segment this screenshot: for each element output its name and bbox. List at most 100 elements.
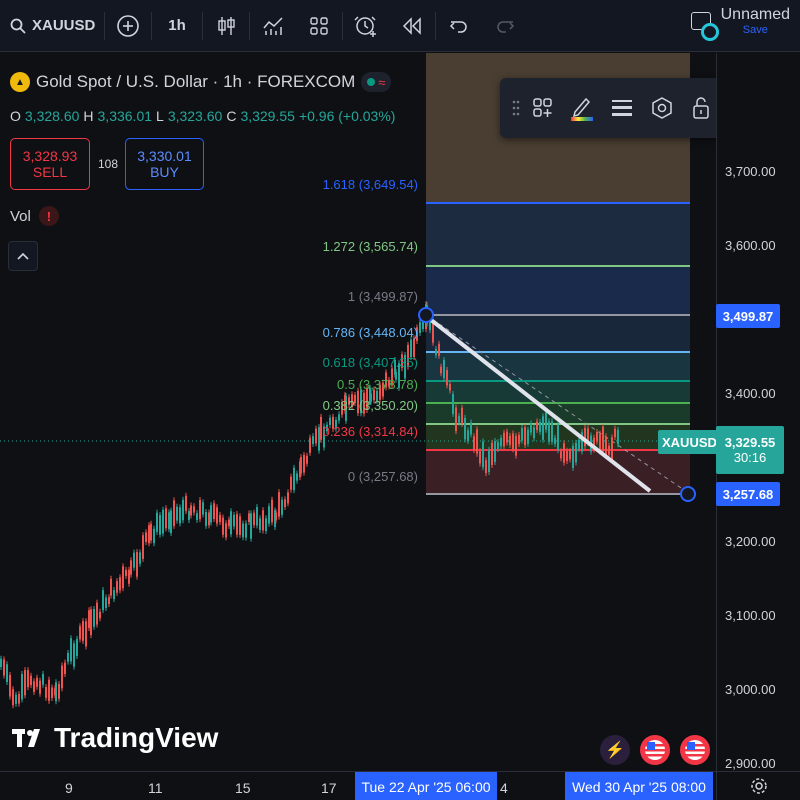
volume-label: Vol <box>10 207 31 225</box>
indicators-button[interactable] <box>250 8 296 44</box>
line-color-button[interactable] <box>563 87 603 129</box>
candle-body <box>116 581 118 593</box>
ohlc-values: O 3,328.60 H 3,336.01 L 3,323.60 C 3,329.55 … <box>10 108 395 124</box>
candle-body <box>67 652 69 662</box>
candle-body <box>599 433 601 452</box>
axis-settings-button[interactable] <box>716 771 800 800</box>
candle-body <box>303 454 305 473</box>
candle-body <box>76 638 78 657</box>
candle-body <box>268 506 270 524</box>
candle-body <box>225 523 227 538</box>
candle-body <box>108 597 110 605</box>
undo-button[interactable] <box>436 8 482 44</box>
candle-body <box>435 349 437 356</box>
candle-body <box>608 445 610 455</box>
candle-body <box>233 514 235 527</box>
candle-body <box>545 412 547 430</box>
gold-logo-icon: ▲ <box>10 72 30 92</box>
fib-zone-1272 <box>426 266 690 315</box>
candle-body <box>105 597 107 609</box>
rewind-icon <box>402 16 421 35</box>
undo-icon <box>449 20 467 33</box>
candle-body <box>419 322 421 333</box>
candle-body <box>182 499 184 521</box>
symbol-search-button[interactable]: XAUUSD <box>0 8 104 44</box>
fib-anchor-end[interactable] <box>680 486 696 502</box>
sell-button[interactable]: 3,328.93 SELL <box>10 138 90 190</box>
candle-body <box>271 499 273 523</box>
candle-body <box>202 502 204 515</box>
economic-event-button[interactable] <box>640 735 670 765</box>
time-tick: 17 <box>321 780 337 796</box>
price-tick: 3,600.00 <box>725 238 776 253</box>
candle-body <box>30 675 32 686</box>
candle-body <box>122 566 124 589</box>
last-price-value: 3,329.55 <box>724 435 776 450</box>
market-open-dot <box>367 78 376 86</box>
lightning-button[interactable]: ⚡ <box>600 735 630 765</box>
time-axis[interactable]: 9 11 15 17 4 Tue 22 Apr '25 06:00 Wed 30… <box>0 771 716 800</box>
tradingview-logo-icon <box>12 729 40 747</box>
open-value: 3,328.60 <box>24 108 80 124</box>
collapse-legend-button[interactable] <box>8 241 38 271</box>
candle-body <box>602 426 604 452</box>
interval-button[interactable]: 1h <box>152 8 202 44</box>
buy-label: BUY <box>150 164 179 180</box>
settings-button[interactable] <box>642 87 682 129</box>
candle-body <box>563 443 565 463</box>
candle-body <box>210 505 212 523</box>
candle-body <box>185 495 187 512</box>
candle-body <box>548 421 550 442</box>
candle-body <box>88 610 90 628</box>
price-tick: 3,000.00 <box>725 682 776 697</box>
save-button[interactable]: Save <box>743 24 768 36</box>
price-axis[interactable]: 3,700.003,600.003,500.003,400.003,300.00… <box>716 53 800 771</box>
candle-body <box>491 442 493 465</box>
candle-body <box>242 523 244 538</box>
fib-zone-786 <box>426 352 690 381</box>
template-button[interactable] <box>523 87 563 129</box>
close-value: 3,329.55 <box>240 108 295 124</box>
fib-anchor-start[interactable] <box>418 307 434 323</box>
templates-button[interactable] <box>296 8 342 44</box>
tradingview-watermark: TradingView <box>12 722 218 754</box>
market-status-badge[interactable]: ≈ <box>361 72 392 92</box>
candle-body <box>617 429 619 445</box>
alarm-clock-icon <box>354 15 376 37</box>
layout-menu[interactable]: Unnamed Save <box>690 6 790 41</box>
warning-icon[interactable]: ! <box>38 206 59 226</box>
candle-body <box>312 436 314 445</box>
buy-button[interactable]: 3,330.01 BUY <box>125 138 204 190</box>
candle-body <box>432 321 434 343</box>
candle-body <box>222 517 224 535</box>
candle-body <box>142 535 144 559</box>
chart-pane[interactable]: ▲ Gold Spot / U.S. Dollar · 1h · FOREXCO… <box>0 53 716 771</box>
candle-body <box>165 508 167 529</box>
replay-button[interactable] <box>389 8 435 44</box>
line-style-button[interactable] <box>602 87 642 129</box>
economic-event-button-2[interactable] <box>680 735 710 765</box>
volume-indicator-legend[interactable]: Vol ! <box>10 206 59 226</box>
candle-body <box>219 514 221 523</box>
candle-body <box>300 457 302 474</box>
drag-handle[interactable] <box>508 87 523 129</box>
candle-body <box>275 512 277 521</box>
candle-body <box>0 658 2 668</box>
candle-body <box>64 662 66 674</box>
time-tick: 4 <box>500 780 508 796</box>
candle-body <box>452 393 454 414</box>
symbol-label: XAUUSD <box>32 17 96 34</box>
fib-zone-618 <box>426 381 690 403</box>
compare-symbol-button[interactable] <box>105 8 151 44</box>
candle-body <box>497 442 499 450</box>
alert-button[interactable] <box>343 8 389 44</box>
candle-body <box>476 429 478 454</box>
lock-button[interactable] <box>681 87 721 129</box>
redo-button[interactable] <box>482 8 528 44</box>
candle-body <box>551 421 553 442</box>
candle-body <box>148 525 150 544</box>
high-value: 3,336.01 <box>97 108 153 124</box>
candle-body <box>9 674 11 697</box>
chart-type-button[interactable] <box>203 8 249 44</box>
candle-body <box>110 578 112 596</box>
